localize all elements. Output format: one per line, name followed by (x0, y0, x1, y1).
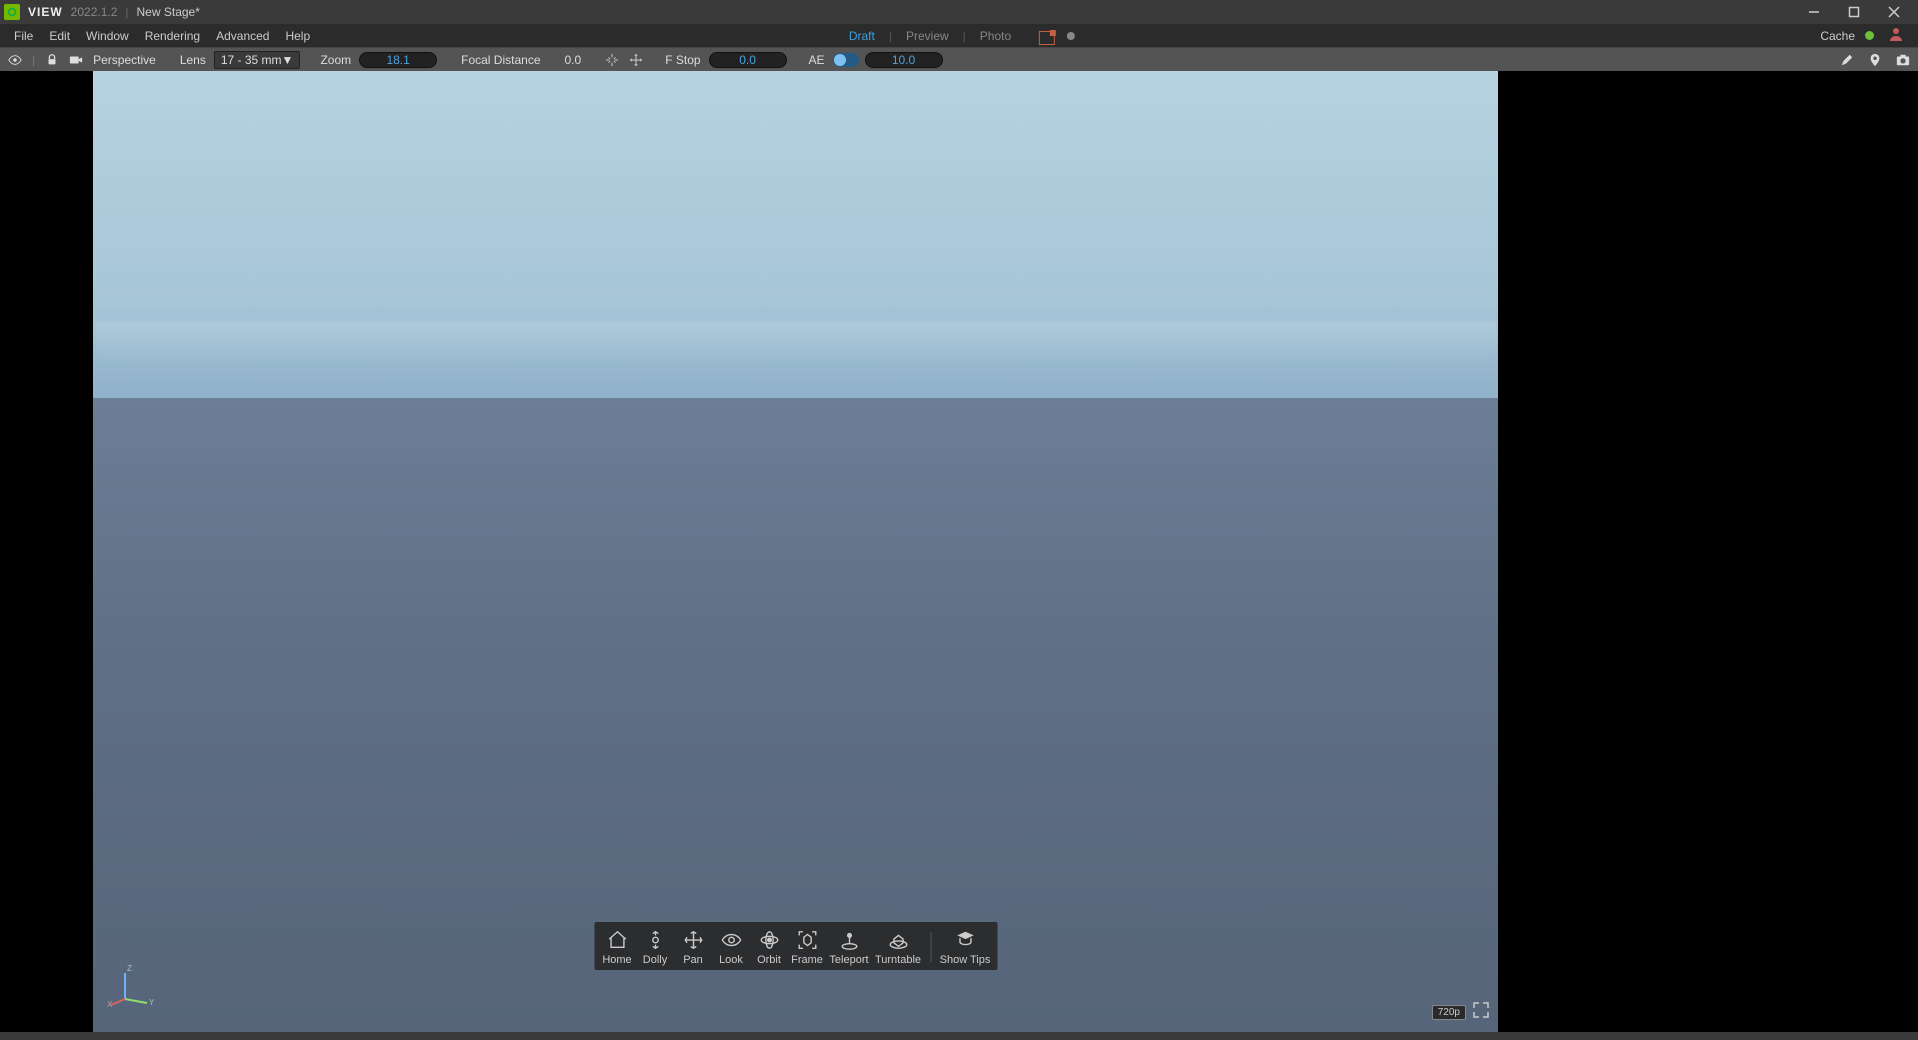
menu-file[interactable]: File (6, 27, 41, 45)
viewport-navbar: Home Dolly Pan Look Orbit Frame (594, 922, 997, 970)
turntable-icon (887, 928, 909, 952)
dolly-icon (644, 928, 666, 952)
user-icon[interactable] (1888, 26, 1904, 45)
nav-dolly-label: Dolly (643, 954, 667, 966)
axis-gizmo[interactable]: Z Y X (107, 963, 155, 1014)
waypoint-icon[interactable] (1866, 51, 1884, 69)
chevron-down-icon: ▼ (282, 53, 294, 67)
tips-icon (954, 928, 976, 952)
status-strip (0, 1032, 1918, 1040)
svg-text:Y: Y (149, 998, 155, 1007)
render-region-icon[interactable] (1039, 31, 1055, 45)
nav-turntable-label: Turntable (875, 954, 921, 966)
focus-pick-icon[interactable] (603, 51, 621, 69)
menu-rendering[interactable]: Rendering (137, 27, 208, 45)
ae-label: AE (807, 53, 827, 67)
nav-frame[interactable]: Frame (788, 928, 826, 966)
fstop-field[interactable]: 0.0 (709, 52, 787, 68)
render-mode-switch: Draft | Preview | Photo (843, 28, 1075, 44)
zoom-label: Zoom (318, 53, 353, 67)
app-icon (4, 4, 20, 20)
pencil-icon[interactable] (1838, 51, 1856, 69)
window-maximize-button[interactable] (1834, 0, 1874, 24)
menu-help[interactable]: Help (277, 27, 318, 45)
title-bar: VIEW 2022.1.2 | New Stage* (0, 0, 1918, 24)
fstop-value: 0.0 (739, 53, 756, 67)
menu-edit[interactable]: Edit (41, 27, 78, 45)
live-status-dot (1067, 32, 1075, 40)
camera-icon[interactable] (67, 51, 85, 69)
nav-pan-label: Pan (683, 954, 703, 966)
svg-text:Z: Z (127, 964, 132, 973)
nav-orbit[interactable]: Orbit (750, 928, 788, 966)
lens-value: 17 - 35 mm (221, 53, 282, 67)
app-name: VIEW (28, 5, 63, 19)
pan-icon (682, 928, 704, 952)
menu-window[interactable]: Window (78, 27, 137, 45)
navbar-divider (930, 932, 931, 962)
title-divider: | (125, 5, 128, 19)
snapshot-icon[interactable] (1894, 51, 1912, 69)
nav-frame-label: Frame (791, 954, 823, 966)
focal-distance-label: Focal Distance (459, 53, 542, 67)
menu-advanced[interactable]: Advanced (208, 27, 277, 45)
window-close-button[interactable] (1874, 0, 1914, 24)
nav-look-label: Look (719, 954, 743, 966)
lens-dropdown[interactable]: 17 - 35 mm ▼ (214, 51, 301, 69)
scene-clouds (93, 321, 1498, 398)
viewport-canvas[interactable]: Home Dolly Pan Look Orbit Frame (93, 71, 1498, 1032)
nav-tips-label: Show Tips (940, 954, 991, 966)
look-icon (720, 928, 742, 952)
app-version: 2022.1.2 (71, 5, 118, 19)
mode-photo[interactable]: Photo (974, 28, 1017, 44)
ae-toggle[interactable] (833, 53, 859, 67)
lock-icon[interactable] (43, 51, 61, 69)
zoom-value: 18.1 (386, 53, 409, 67)
viewport-overlay-bottom-right: 720p (1432, 1001, 1490, 1024)
fstop-label: F Stop (663, 53, 702, 67)
nav-home[interactable]: Home (598, 928, 636, 966)
ae-field[interactable]: 10.0 (865, 52, 943, 68)
focal-distance-value[interactable]: 0.0 (563, 53, 584, 67)
teleport-icon (838, 928, 860, 952)
frame-icon (796, 928, 818, 952)
camera-name[interactable]: Perspective (91, 53, 158, 67)
viewport-right-gutter (1498, 71, 1918, 1032)
menu-bar: File Edit Window Rendering Advanced Help… (0, 24, 1918, 47)
resolution-badge[interactable]: 720p (1432, 1005, 1466, 1020)
viewport-left-gutter (0, 71, 93, 1032)
viewport[interactable]: Home Dolly Pan Look Orbit Frame (0, 71, 1918, 1032)
visibility-icon[interactable] (6, 51, 24, 69)
stage-name: New Stage* (137, 5, 200, 19)
move-icon[interactable] (627, 51, 645, 69)
mode-preview[interactable]: Preview (900, 28, 955, 44)
nav-show-tips[interactable]: Show Tips (937, 928, 993, 966)
zoom-field[interactable]: 18.1 (359, 52, 437, 68)
nav-home-label: Home (602, 954, 631, 966)
nav-dolly[interactable]: Dolly (636, 928, 674, 966)
nav-teleport[interactable]: Teleport (826, 928, 872, 966)
nav-look[interactable]: Look (712, 928, 750, 966)
ae-value: 10.0 (892, 53, 915, 67)
lens-label: Lens (178, 53, 208, 67)
nav-orbit-label: Orbit (757, 954, 781, 966)
nav-teleport-label: Teleport (829, 954, 868, 966)
cache-label: Cache (1820, 29, 1855, 43)
home-icon (606, 928, 628, 952)
nav-pan[interactable]: Pan (674, 928, 712, 966)
window-minimize-button[interactable] (1794, 0, 1834, 24)
mode-draft[interactable]: Draft (843, 28, 881, 44)
cache-status-dot (1865, 31, 1874, 40)
nav-turntable[interactable]: Turntable (872, 928, 924, 966)
collapse-icon[interactable] (1472, 1001, 1490, 1024)
orbit-icon (758, 928, 780, 952)
svg-text:X: X (107, 1000, 113, 1009)
viewport-toolbar: | Perspective Lens 17 - 35 mm ▼ Zoom 18.… (0, 47, 1918, 71)
